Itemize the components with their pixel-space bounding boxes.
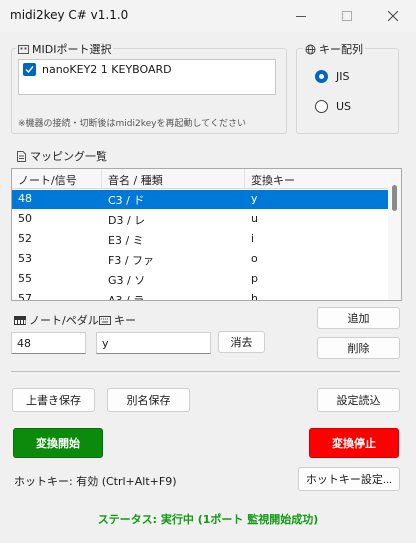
- clear-button[interactable]: 消去: [218, 331, 265, 353]
- table-cell-key: p: [251, 272, 258, 285]
- table-row[interactable]: 55 G3 / ソ p: [12, 270, 389, 289]
- radio-us-label: US: [336, 100, 352, 113]
- radio-jis-indicator[interactable]: [315, 70, 328, 83]
- close-icon: [388, 11, 398, 21]
- key-input[interactable]: y: [96, 332, 211, 354]
- add-button[interactable]: 追加: [317, 307, 400, 329]
- save-as-button[interactable]: 別名保存: [107, 388, 190, 412]
- hotkey-settings-button[interactable]: ホットキー設定...: [298, 467, 400, 491]
- hotkey-status-text: ホットキー: 有効 (Ctrl+Alt+F9): [14, 475, 177, 488]
- load-settings-button[interactable]: 設定読込: [317, 388, 400, 412]
- status-text: ステータス: 実行中 (1ポート 監視開始成功): [97, 513, 319, 526]
- piano-icon: [14, 315, 26, 325]
- window-title: midi2key C# v1.1.0: [10, 8, 129, 22]
- midi-device-item[interactable]: nanoKEY2 1 KEYBOARD: [23, 63, 172, 76]
- midi-restart-note: ※機器の接続・切断後はmidi2keyを再起動してください: [18, 119, 246, 129]
- table-row[interactable]: 53 F3 / ファ o: [12, 250, 389, 269]
- radio-jis[interactable]: JIS: [315, 70, 349, 83]
- table-row[interactable]: 48 C3 / ド y: [12, 190, 389, 209]
- table-cell-key: h: [251, 292, 258, 301]
- document-icon: [17, 150, 26, 162]
- table-cell-key: y: [251, 192, 258, 205]
- table-cell-note: 48: [18, 192, 32, 205]
- table-cell-key: o: [251, 252, 258, 265]
- table-cell-name: D3 / レ: [108, 214, 146, 227]
- table-row[interactable]: 52 E3 / ミ i: [12, 230, 389, 249]
- mapping-section-header: マッピング一覧: [16, 148, 107, 164]
- delete-button[interactable]: 削除: [317, 337, 400, 359]
- stop-conversion-button[interactable]: 変換停止: [309, 428, 399, 458]
- radio-us-indicator[interactable]: [315, 100, 328, 113]
- table-cell-note: 57: [18, 292, 32, 301]
- midi-device-list[interactable]: nanoKEY2 1 KEYBOARD: [18, 59, 276, 95]
- mapping-table[interactable]: ノート/信号 音名 / 種類 変換キー 48 C3 / ド y 50 D3 / …: [11, 168, 402, 301]
- table-cell-key: u: [251, 212, 258, 225]
- table-cell-name: A3 / ラ: [108, 294, 145, 301]
- key-label-row: キー: [99, 312, 136, 328]
- table-cell-note: 55: [18, 272, 32, 285]
- table-cell-note: 50: [18, 212, 32, 225]
- globe-icon: [305, 44, 316, 54]
- maximize-icon: [342, 11, 352, 21]
- keyboard-icon: [99, 315, 111, 325]
- table-cell-key: i: [251, 232, 255, 245]
- checkmark-icon: [25, 66, 34, 74]
- column-header-name[interactable]: 音名 / 種類: [102, 169, 245, 189]
- start-conversion-button[interactable]: 変換開始: [13, 428, 103, 458]
- table-row[interactable]: 57 A3 / ラ h: [12, 290, 389, 301]
- note-input[interactable]: 48: [11, 332, 86, 354]
- table-cell-name: E3 / ミ: [108, 234, 144, 247]
- table-scrollbar-thumb[interactable]: [392, 185, 397, 211]
- mapping-section-title: マッピング一覧: [30, 150, 107, 163]
- midi-port-icon: [18, 44, 29, 54]
- table-cell-name: F3 / ファ: [108, 254, 155, 267]
- key-layout-group-header: キー配列: [303, 41, 365, 57]
- radio-jis-label: JIS: [336, 70, 350, 83]
- table-row[interactable]: 50 D3 / レ u: [12, 210, 389, 229]
- radio-us[interactable]: US: [315, 100, 351, 113]
- table-cell-note: 53: [18, 252, 32, 265]
- midi-device-checkbox[interactable]: [23, 63, 36, 76]
- minimize-icon: [296, 16, 306, 17]
- key-layout-group-title: キー配列: [319, 43, 363, 56]
- overwrite-save-button[interactable]: 上書き保存: [12, 388, 95, 412]
- column-header-note[interactable]: ノート/信号: [12, 169, 102, 189]
- midi-port-group-header: MIDIポート選択: [16, 41, 114, 57]
- key-layout-group: [296, 48, 399, 134]
- midi-device-name: nanoKEY2 1 KEYBOARD: [42, 63, 172, 76]
- table-scrollbar[interactable]: [388, 169, 401, 300]
- divider: [11, 371, 400, 372]
- note-label-row: ノート/ペダル: [14, 312, 99, 328]
- note-label: ノート/ペダル: [29, 314, 99, 327]
- midi-port-group-title: MIDIポート選択: [32, 43, 112, 56]
- table-cell-name: G3 / ソ: [108, 274, 146, 287]
- minimize-button[interactable]: [278, 0, 324, 32]
- table-cell-name: C3 / ド: [108, 194, 145, 207]
- key-label: キー: [114, 314, 136, 327]
- close-button[interactable]: [370, 0, 416, 32]
- table-cell-note: 52: [18, 232, 32, 245]
- maximize-button[interactable]: [324, 0, 370, 32]
- column-header-key[interactable]: 変換キー: [245, 169, 389, 189]
